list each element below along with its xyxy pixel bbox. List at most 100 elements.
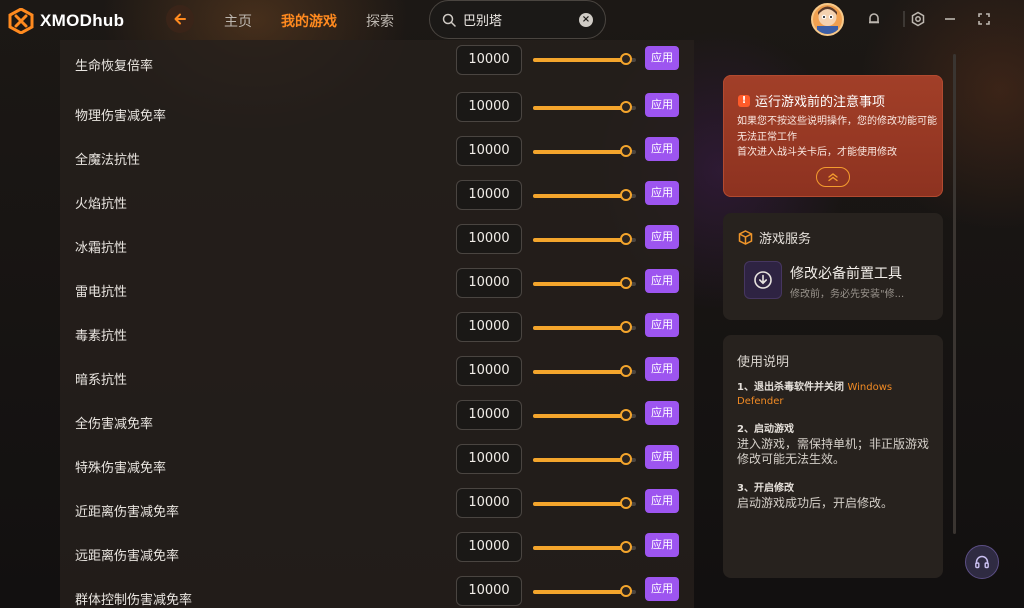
slider-knob[interactable] — [619, 233, 632, 245]
apply-button[interactable]: 应用 — [645, 181, 679, 205]
slider-knob[interactable] — [619, 277, 632, 289]
slider-knob[interactable] — [619, 321, 632, 333]
setting-slider[interactable] — [533, 101, 636, 113]
setting-slider[interactable] — [533, 321, 636, 333]
slider-fill — [533, 238, 626, 242]
setting-value-input[interactable]: 10000 — [456, 576, 522, 606]
setting-label: 全伤害减免率 — [75, 417, 154, 432]
setting-slider[interactable] — [533, 497, 636, 509]
notice-heading: ! 运行游戏前的注意事项 — [738, 91, 885, 110]
setting-value-input[interactable]: 10000 — [456, 92, 522, 122]
user-avatar[interactable] — [811, 3, 844, 36]
search-icon — [442, 13, 456, 27]
guide-step-2: 2、启动游戏 进入游戏，需保持单机；非正版游戏修改可能无法生效。 — [737, 423, 933, 467]
setting-value-input[interactable]: 10000 — [456, 45, 522, 75]
setting-label: 群体控制伤害减免率 — [75, 593, 193, 608]
nav-explore[interactable]: 探索 — [366, 11, 394, 31]
slider-fill — [533, 370, 626, 374]
setting-value-input[interactable]: 10000 — [456, 180, 522, 210]
slider-fill — [533, 546, 626, 550]
apply-button[interactable]: 应用 — [645, 445, 679, 469]
notification-bell-icon[interactable] — [865, 10, 883, 28]
setting-row: 暗系抗性 10000 应用 — [60, 356, 694, 400]
setting-slider[interactable] — [533, 145, 636, 157]
slider-knob[interactable] — [619, 585, 632, 597]
apply-button[interactable]: 应用 — [645, 225, 679, 249]
slider-knob[interactable] — [619, 541, 632, 553]
tool-description: 修改前，务必先安装"修... — [790, 289, 905, 300]
apply-button[interactable]: 应用 — [645, 269, 679, 293]
apply-button[interactable]: 应用 — [645, 401, 679, 425]
nav-my-games[interactable]: 我的游戏 — [281, 11, 337, 31]
setting-slider[interactable] — [533, 277, 636, 289]
slider-fill — [533, 414, 626, 418]
slider-knob[interactable] — [619, 53, 632, 65]
setting-value-input[interactable]: 10000 — [456, 532, 522, 562]
apply-button[interactable]: 应用 — [645, 533, 679, 557]
download-icon — [754, 271, 772, 289]
setting-value-input[interactable]: 10000 — [456, 400, 522, 430]
slider-knob[interactable] — [619, 497, 632, 509]
chevron-up-icon — [828, 173, 838, 182]
setting-slider[interactable] — [533, 53, 636, 65]
search-box[interactable]: × — [429, 0, 606, 39]
apply-button[interactable]: 应用 — [645, 46, 679, 70]
slider-knob[interactable] — [619, 145, 632, 157]
arrow-left-icon — [174, 13, 186, 25]
minimize-shape — [945, 18, 955, 20]
setting-row: 近距离伤害减免率 10000 应用 — [60, 488, 694, 532]
minimize-icon[interactable] — [941, 10, 959, 28]
back-button[interactable] — [166, 5, 194, 33]
apply-button[interactable]: 应用 — [645, 137, 679, 161]
app-name: XMODhub — [40, 11, 125, 30]
setting-value-input[interactable]: 10000 — [456, 312, 522, 342]
bell-shape — [869, 13, 879, 24]
setting-slider[interactable] — [533, 233, 636, 245]
slider-knob[interactable] — [619, 453, 632, 465]
apply-button[interactable]: 应用 — [645, 577, 679, 601]
step-1-text: 1、退出杀毒软件并关闭 — [737, 382, 844, 393]
settings-gear-icon[interactable] — [909, 10, 927, 28]
tool-item-icon[interactable] — [744, 261, 782, 299]
setting-value-input[interactable]: 10000 — [456, 488, 522, 518]
slider-fill — [533, 502, 626, 506]
fullscreen-icon[interactable] — [975, 10, 993, 28]
setting-value-input[interactable]: 10000 — [456, 444, 522, 474]
setting-value-input[interactable]: 10000 — [456, 268, 522, 298]
tool-name[interactable]: 修改必备前置工具 — [790, 263, 902, 283]
setting-row: 冰霜抗性 10000 应用 — [60, 224, 694, 268]
search-input[interactable] — [463, 12, 573, 27]
setting-value-input[interactable]: 10000 — [456, 356, 522, 386]
nav-home[interactable]: 主页 — [224, 11, 252, 31]
setting-slider[interactable] — [533, 189, 636, 201]
app-logo[interactable]: XMODhub — [8, 8, 124, 34]
setting-slider[interactable] — [533, 365, 636, 377]
xmod-logo-icon — [8, 8, 34, 34]
right-scrollbar[interactable] — [953, 54, 956, 534]
warning-icon: ! — [738, 94, 750, 107]
slider-knob[interactable] — [619, 409, 632, 421]
apply-button[interactable]: 应用 — [645, 489, 679, 513]
slider-knob[interactable] — [619, 101, 632, 113]
clear-search-icon[interactable]: × — [579, 13, 593, 27]
setting-label: 近距离伤害减免率 — [75, 505, 180, 520]
apply-button[interactable]: 应用 — [645, 357, 679, 381]
setting-slider[interactable] — [533, 585, 636, 597]
setting-value-input[interactable]: 10000 — [456, 136, 522, 166]
setting-slider[interactable] — [533, 541, 636, 553]
apply-button[interactable]: 应用 — [645, 93, 679, 117]
slider-fill — [533, 282, 626, 286]
setting-value-input[interactable]: 10000 — [456, 224, 522, 254]
slider-knob[interactable] — [619, 365, 632, 377]
slider-knob[interactable] — [619, 189, 632, 201]
collapse-button[interactable] — [816, 167, 850, 187]
setting-slider[interactable] — [533, 409, 636, 421]
setting-label: 远距离伤害减免率 — [75, 549, 180, 564]
notice-card: ! 运行游戏前的注意事项 如果您不按这些说明操作，您的修改功能可能无法正常工作 … — [723, 75, 943, 197]
apply-button[interactable]: 应用 — [645, 313, 679, 337]
setting-slider[interactable] — [533, 453, 636, 465]
setting-label: 冰霜抗性 — [75, 241, 128, 256]
setting-label: 物理伤害减免率 — [75, 109, 167, 124]
support-button[interactable] — [965, 545, 999, 579]
setting-label: 毒素抗性 — [75, 329, 128, 344]
